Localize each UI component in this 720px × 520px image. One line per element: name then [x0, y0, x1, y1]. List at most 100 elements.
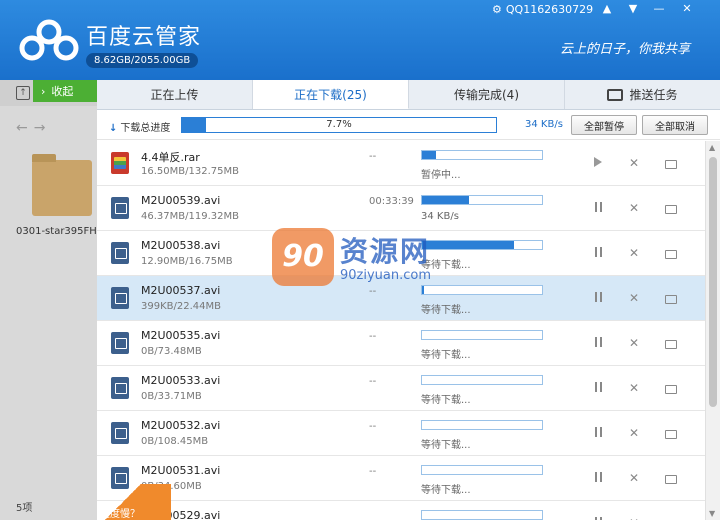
download-row[interactable]: 4.4单反.rar 16.50MB/132.75MB -- 暂停中... ✕ — [97, 141, 705, 186]
pause-button[interactable] — [590, 290, 606, 306]
file-size: 46.37MB/119.32MB — [141, 211, 239, 222]
time-remaining: -- — [369, 376, 377, 387]
video-file-icon — [111, 242, 129, 264]
open-folder-button[interactable] — [663, 425, 679, 441]
left-panel: ↑ › 收起 ←→ 0301-star395FHD 5项 — [0, 80, 105, 520]
time-remaining: 00:33:39 — [369, 196, 414, 207]
tab-push-tasks[interactable]: 推送任务 — [565, 80, 720, 109]
download-row[interactable]: M2U00533.avi 0B/33.71MB -- 等待下载... ✕ — [97, 366, 705, 411]
scrollbar[interactable]: ▲ ▼ — [705, 141, 720, 520]
file-name: M2U00535.avi — [141, 329, 221, 342]
download-row[interactable]: M2U00531.avi 0B/34.60MB -- 等待下载... ✕ — [97, 456, 705, 501]
download-row[interactable]: M2U00532.avi 0B/108.45MB -- 等待下载... ✕ — [97, 411, 705, 456]
transfer-panel: 正在上传 正在下载(25) 传输完成(4) 推送任务 ↓ 下载总进度 7.7% 3… — [97, 80, 720, 520]
tab-uploading[interactable]: 正在上传 — [97, 80, 253, 109]
video-file-icon — [111, 377, 129, 399]
pause-button[interactable] — [590, 470, 606, 486]
cancel-download-button[interactable]: ✕ — [626, 470, 642, 486]
video-file-icon — [111, 332, 129, 354]
open-folder-button[interactable] — [663, 245, 679, 261]
progress-label-text: 下载总进度 — [120, 123, 171, 134]
watermark-title: 资源网 — [340, 235, 431, 268]
watermark-logo: 90 — [272, 228, 334, 286]
download-row[interactable]: M2U00535.avi 0B/73.48MB -- 等待下载... ✕ — [97, 321, 705, 366]
file-size: 0B/33.71MB — [141, 391, 202, 402]
download-row[interactable]: M2U00539.avi 46.37MB/119.32MB 00:33:39 34 K… — [97, 186, 705, 231]
tab-downloading[interactable]: 正在下载(25) — [253, 80, 409, 109]
chevron-right-icon: › — [41, 84, 46, 98]
file-status: 等待下载... — [421, 485, 471, 496]
file-name: M2U00531.avi — [141, 464, 221, 477]
file-status: 等待下载... — [421, 395, 471, 406]
scroll-thumb[interactable] — [709, 157, 717, 407]
pause-button[interactable] — [590, 425, 606, 441]
cancel-download-button[interactable]: ✕ — [626, 425, 642, 441]
pause-button[interactable] — [590, 245, 606, 261]
close-window-button[interactable]: ✕ — [676, 2, 698, 15]
menu-dropdown-icon[interactable]: ▼ — [622, 2, 644, 15]
cancel-download-button[interactable]: ✕ — [626, 245, 642, 261]
open-folder-button[interactable] — [663, 335, 679, 351]
pause-button[interactable] — [590, 200, 606, 216]
upload-icon[interactable]: ↑ — [16, 86, 30, 100]
back-arrow-icon[interactable]: ← — [16, 120, 34, 136]
overall-progress-row: ↓ 下载总进度 7.7% 34 KB/s 全部暂停 全部取消 — [97, 110, 720, 140]
forward-arrow-icon[interactable]: → — [34, 120, 52, 136]
download-row[interactable]: M2U00529.avi✕ — [97, 501, 705, 520]
cancel-download-button[interactable]: ✕ — [626, 515, 642, 520]
file-progress-bar — [421, 510, 543, 520]
file-progress-bar — [421, 330, 543, 340]
notification-icon[interactable]: ▲ — [596, 2, 618, 15]
time-remaining: -- — [369, 421, 377, 432]
file-status: 等待下载... — [421, 350, 471, 361]
minimize-button[interactable]: — — [648, 2, 670, 15]
folder-name[interactable]: 0301-star395FHD — [16, 226, 105, 237]
open-folder-button[interactable] — [663, 290, 679, 306]
slow-speed-label[interactable]: 速度慢？ — [100, 505, 140, 520]
folder-icon — [665, 475, 677, 484]
cancel-download-button[interactable]: ✕ — [626, 380, 642, 396]
username: QQ1162630729 — [505, 3, 594, 16]
folder-icon[interactable] — [32, 154, 92, 216]
watermark-url: 90ziyuan.com — [340, 268, 432, 283]
item-count: 5项 — [16, 503, 33, 514]
download-arrow-icon: ↓ — [109, 123, 118, 134]
cancel-all-button[interactable]: 全部取消 — [642, 115, 708, 135]
tab-completed[interactable]: 传输完成(4) — [409, 80, 565, 109]
cancel-download-button[interactable]: ✕ — [626, 335, 642, 351]
user-account[interactable]: ⚙ QQ1162630729 — [492, 3, 593, 16]
app-title: 百度云管家 — [86, 25, 202, 50]
pause-button[interactable] — [590, 380, 606, 396]
open-folder-button[interactable] — [663, 380, 679, 396]
open-folder-button[interactable] — [663, 515, 679, 520]
overall-progress-label: ↓ 下载总进度 — [109, 119, 170, 134]
file-progress-bar — [421, 375, 543, 385]
pause-button[interactable] — [590, 515, 606, 520]
cancel-download-button[interactable]: ✕ — [626, 155, 642, 171]
resume-button[interactable] — [590, 155, 606, 171]
folder-icon — [665, 385, 677, 394]
file-status: 暂停中... — [421, 170, 461, 181]
open-folder-button[interactable] — [663, 470, 679, 486]
file-name: M2U00538.avi — [141, 239, 221, 252]
cancel-download-button[interactable]: ✕ — [626, 290, 642, 306]
file-size: 0B/108.45MB — [141, 436, 209, 447]
cancel-download-button[interactable]: ✕ — [626, 200, 642, 216]
scroll-up-icon[interactable]: ▲ — [709, 143, 715, 152]
file-name: M2U00537.avi — [141, 284, 221, 297]
file-progress-bar — [421, 150, 543, 160]
transfer-tabs: 正在上传 正在下载(25) 传输完成(4) 推送任务 — [97, 80, 720, 110]
scroll-down-icon[interactable]: ▼ — [709, 509, 715, 518]
pause-all-button[interactable]: 全部暂停 — [571, 115, 637, 135]
title-bar: 百度云管家 8.62GB/2055.00GB ⚙ QQ1162630729 ▲ … — [0, 0, 720, 80]
collapse-label: 收起 — [51, 85, 74, 98]
folder-icon — [665, 430, 677, 439]
pause-button[interactable] — [590, 335, 606, 351]
video-file-icon — [111, 287, 129, 309]
file-size: 12.90MB/16.75MB — [141, 256, 233, 267]
file-progress-bar — [421, 465, 543, 475]
open-folder-button[interactable] — [663, 155, 679, 171]
collapse-button[interactable]: › 收起 — [33, 80, 97, 102]
open-folder-button[interactable] — [663, 200, 679, 216]
time-remaining: -- — [369, 151, 377, 162]
